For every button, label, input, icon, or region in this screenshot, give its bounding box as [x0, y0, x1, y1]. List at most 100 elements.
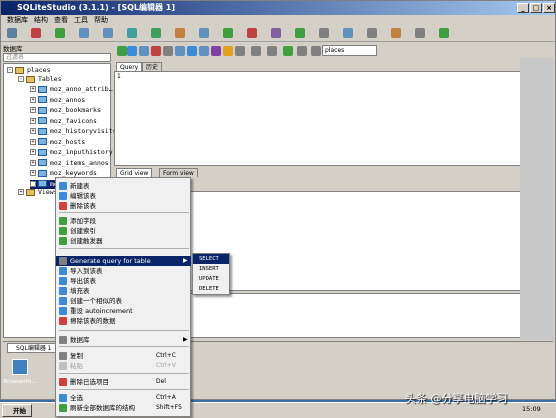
- toolbar-icon[interactable]: [439, 28, 449, 38]
- context-item-0[interactable]: 新建表: [56, 181, 191, 191]
- tab-history[interactable]: 历史: [142, 62, 163, 71]
- context-item-18[interactable]: 刷新全部数据库的结构 Shift+F5: [56, 403, 191, 413]
- toolbar-icon[interactable]: [199, 28, 209, 38]
- menu-item-4[interactable]: 帮助: [94, 16, 108, 24]
- tree-table-item[interactable]: + moz_annos: [30, 96, 85, 105]
- menu-item-1[interactable]: 结构: [34, 16, 48, 24]
- tree-db[interactable]: - places: [7, 66, 50, 75]
- editor-toolbar-icon[interactable]: [283, 46, 293, 56]
- context-item-7[interactable]: 导入到该表: [56, 266, 191, 276]
- submenu-item-delete[interactable]: DELETE: [193, 284, 229, 294]
- filter-input[interactable]: 过滤名: [3, 53, 111, 62]
- editor-toolbar-icon[interactable]: [127, 46, 137, 56]
- context-item-label: 复制: [70, 352, 83, 360]
- toolbar-icon[interactable]: [55, 28, 65, 38]
- context-item-17[interactable]: 全选 Ctrl+A: [56, 393, 191, 403]
- menu-item-3[interactable]: 工具: [74, 16, 88, 24]
- editor-toolbar-icon[interactable]: [267, 46, 277, 56]
- context-item-9[interactable]: 填充表: [56, 286, 191, 296]
- context-item-6[interactable]: Generate query for table ▶: [56, 256, 191, 266]
- context-item-14[interactable]: 复制 Ctrl+C: [56, 351, 191, 361]
- menu-item-0[interactable]: 数据库: [7, 16, 28, 24]
- editor-toolbar-icon[interactable]: [199, 46, 209, 56]
- toolbar-icon[interactable]: [271, 28, 281, 38]
- context-item-8[interactable]: 导出该表: [56, 276, 191, 286]
- tree-table-item[interactable]: + moz_items_annos: [30, 159, 109, 168]
- close-button[interactable]: ×: [543, 3, 555, 13]
- tab-query[interactable]: Query: [116, 62, 143, 71]
- clock: 15:09: [522, 405, 541, 413]
- database-select[interactable]: places: [322, 45, 377, 56]
- tree-table-item[interactable]: + moz_bookmarks: [30, 106, 101, 115]
- toolbar-icon[interactable]: [343, 28, 353, 38]
- toolbar-icon[interactable]: [295, 28, 305, 38]
- editor-toolbar-icon[interactable]: [235, 46, 245, 56]
- editor-toolbar-icon[interactable]: [117, 46, 127, 56]
- refresh-icon: [59, 404, 67, 412]
- tab-form-view[interactable]: Form view: [159, 168, 198, 177]
- toolbar-icon[interactable]: [415, 28, 425, 38]
- minimize-button[interactable]: _: [517, 3, 529, 13]
- tree-tables[interactable]: - Tables: [18, 75, 61, 84]
- toolbar-icon[interactable]: [391, 28, 401, 38]
- tree-table-item-label: moz_anno_attrib…: [50, 85, 113, 93]
- toolbar-icon[interactable]: [367, 28, 377, 38]
- context-item-2[interactable]: 删除该表: [56, 201, 191, 211]
- maximize-button[interactable]: □: [530, 3, 542, 13]
- toolbar-icon[interactable]: [31, 28, 41, 38]
- tree-table-item[interactable]: + moz_favicons: [30, 117, 97, 126]
- import-icon: [59, 267, 67, 275]
- tree-table-item[interactable]: + moz_historyvisits: [30, 127, 117, 136]
- toolbar-icon[interactable]: [319, 28, 329, 38]
- toolbar-icon[interactable]: [247, 28, 257, 38]
- editor-toolbar-icon[interactable]: [211, 46, 221, 56]
- toolbar-icon[interactable]: [151, 28, 161, 38]
- context-item-15[interactable]: 粘贴 Ctrl+V: [56, 361, 191, 371]
- context-item-13[interactable]: 数据库 ▶: [56, 335, 191, 345]
- similar-table-icon: [59, 297, 67, 305]
- context-item-label: 创建索引: [70, 227, 96, 235]
- tree-views[interactable]: + Views: [18, 188, 58, 197]
- editor-toolbar-icon[interactable]: [311, 46, 321, 56]
- submenu-item-select[interactable]: SELECT: [193, 254, 229, 264]
- tree-table-item[interactable]: + moz_hosts: [30, 138, 85, 147]
- toolbar-icon[interactable]: [127, 28, 137, 38]
- toolbar-icon[interactable]: [103, 28, 113, 38]
- toolbar-icon[interactable]: [79, 28, 89, 38]
- editor-toolbar-icon[interactable]: [187, 46, 197, 56]
- editor-toolbar-icon[interactable]: [175, 46, 185, 56]
- editor-toolbar-icon[interactable]: [151, 46, 161, 56]
- context-item-16[interactable]: 删除已选项目 Del: [56, 377, 191, 387]
- editor-toolbar-icon[interactable]: [251, 46, 261, 56]
- submenu-item-update[interactable]: UPDATE: [193, 274, 229, 284]
- desktop-icon[interactable]: BrowserHi...: [0, 355, 40, 395]
- tree-table-item[interactable]: + moz_inputhistory: [30, 148, 113, 157]
- context-item-label: 粘贴: [70, 362, 83, 370]
- context-item-5[interactable]: 创建触发器: [56, 236, 191, 246]
- editor-toolbar-icon[interactable]: [163, 46, 173, 56]
- editor-toolbar-icon[interactable]: [297, 46, 307, 56]
- start-button[interactable]: 开始: [2, 404, 32, 417]
- sql-editor[interactable]: 1: [114, 71, 524, 166]
- tree-table-item[interactable]: + moz_anno_attrib…: [30, 85, 113, 94]
- watermark: 头条 @分享电脑学习: [405, 392, 508, 405]
- context-item-1[interactable]: 编辑该表: [56, 191, 191, 201]
- paste-icon: [59, 362, 67, 370]
- context-item-10[interactable]: 创建一个相似的表: [56, 296, 191, 306]
- toolbar-icon[interactable]: [7, 28, 17, 38]
- tree-table-item-label: moz_historyvisits: [50, 127, 117, 135]
- submenu-item-insert[interactable]: INSERT: [193, 264, 229, 274]
- context-item-4[interactable]: 创建索引: [56, 226, 191, 236]
- toolbar-icon[interactable]: [175, 28, 185, 38]
- editor-toolbar-icon[interactable]: [223, 46, 233, 56]
- context-item-11[interactable]: 重设 autoincrement: [56, 306, 191, 316]
- tab-grid-view[interactable]: Grid view: [116, 168, 153, 177]
- toolbar-icon[interactable]: [223, 28, 233, 38]
- tree-table-item-label: moz_items_annos: [50, 158, 109, 167]
- context-item-12[interactable]: 擦除该表的数据: [56, 316, 191, 326]
- editor-toolbar-icon[interactable]: [139, 46, 149, 56]
- context-item-label: 擦除该表的数据: [70, 317, 116, 325]
- menu-item-2[interactable]: 查看: [54, 16, 68, 24]
- context-item-3[interactable]: 添加字段: [56, 216, 191, 226]
- sql-editor-window-tab[interactable]: SQL编辑器 1: [7, 343, 57, 353]
